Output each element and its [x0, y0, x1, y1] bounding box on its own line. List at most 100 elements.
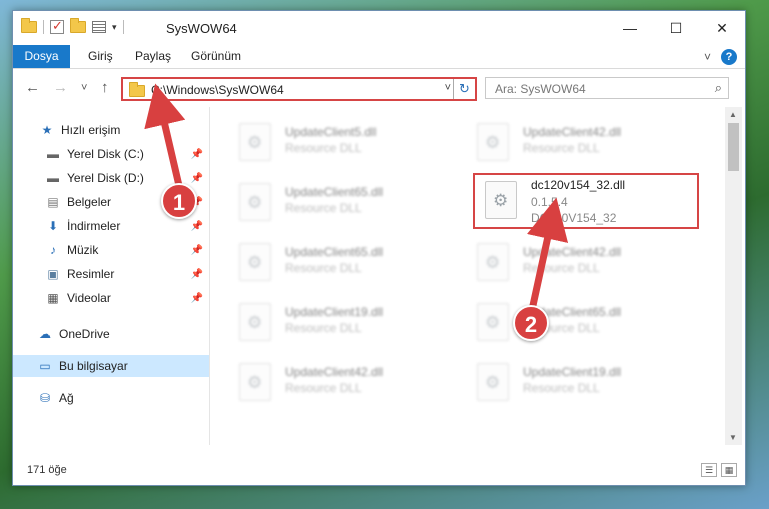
tab-file[interactable]: Dosya — [13, 45, 70, 68]
sidebar-item-label: Ağ — [59, 391, 74, 405]
minimize-button[interactable]: — — [607, 11, 653, 45]
sidebar-item-label: Belgeler — [67, 195, 112, 209]
file-name: UpdateClient42.dll — [523, 245, 622, 259]
view-toggles: ☰ ▦ — [701, 463, 737, 477]
file-description: Resource DLL — [285, 381, 362, 395]
vertical-scrollbar[interactable]: ▲ ▼ — [725, 107, 742, 445]
scroll-thumb[interactable] — [728, 123, 739, 171]
pin-icon: 📌 — [190, 172, 203, 184]
dll-file-icon — [477, 303, 509, 341]
navigation-pane: ★ Hızlı erişim ▬ Yerel Disk (C:) 📌 ▬ Yer… — [13, 107, 209, 445]
help-icon[interactable]: ? — [721, 49, 737, 65]
pin-icon: 📌 — [190, 292, 203, 304]
scroll-up-icon[interactable]: ▲ — [729, 110, 737, 119]
list-item[interactable]: UpdateClient65.dll Resource DLL — [229, 177, 459, 225]
file-name: UpdateClient42.dll — [523, 125, 622, 139]
file-name: UpdateClient42.dll — [285, 365, 384, 379]
explorer-window: ▾ SysWOW64 — ☐ ✕ Dosya Giriş Paylaş Görü… — [12, 10, 746, 486]
new-folder-icon[interactable] — [70, 18, 86, 33]
maximize-button[interactable]: ☐ — [653, 11, 699, 45]
sidebar-item-label: OneDrive — [59, 327, 110, 341]
dll-file-icon — [239, 123, 271, 161]
file-description: DC120V154_32 — [531, 211, 617, 225]
status-bar: 171 öğe ☰ ▦ — [13, 459, 745, 485]
pictures-icon: ▣ — [47, 267, 59, 281]
navigation-bar: ← → ˅ ↑ C:\Windows\SysWOW64 ˅ ↻ Ara: Sys… — [13, 73, 745, 103]
videos-icon: ▦ — [47, 291, 59, 305]
sidebar-item-videos[interactable]: ▦ Videolar 📌 — [13, 287, 209, 309]
ribbon-tabs: Dosya Giriş Paylaş Görünüm ˅ ? — [13, 45, 745, 69]
file-name: UpdateClient19.dll — [285, 305, 384, 319]
tab-view[interactable]: Görünüm — [191, 45, 241, 68]
music-icon: ♪ — [50, 243, 56, 257]
list-item[interactable]: UpdateClient65.dll Resource DLL — [467, 297, 697, 345]
sidebar-item-pictures[interactable]: ▣ Resimler 📌 — [13, 263, 209, 285]
ribbon-right: ˅ ? — [704, 49, 737, 65]
search-input[interactable]: Ara: SysWOW64 ⌕ — [485, 77, 729, 99]
address-dropdown-icon[interactable]: ˅ — [445, 82, 451, 94]
file-description: Resource DLL — [523, 381, 600, 395]
computer-icon: ▭ — [39, 359, 51, 373]
network-icon: ⛁ — [39, 391, 51, 405]
list-item[interactable]: UpdateClient19.dll Resource DLL — [229, 297, 459, 345]
customize-icon[interactable] — [92, 21, 106, 33]
list-item[interactable]: UpdateClient5.dll Resource DLL — [229, 117, 459, 165]
file-version: 0.1.5.4 — [531, 195, 568, 209]
file-name: UpdateClient19.dll — [523, 365, 622, 379]
sidebar-item-quick-access[interactable]: ★ Hızlı erişim — [13, 119, 209, 141]
close-button[interactable]: ✕ — [699, 11, 745, 45]
sidebar-item-label: Bu bilgisayar — [59, 359, 128, 373]
dll-file-icon — [239, 243, 271, 281]
drive-icon: ▬ — [47, 171, 59, 185]
properties-check-icon[interactable] — [50, 18, 64, 34]
file-description: Resource DLL — [285, 321, 362, 335]
title-bar: ▾ SysWOW64 — ☐ ✕ — [13, 11, 745, 45]
sidebar-item-network[interactable]: ⛁ Ağ — [13, 387, 209, 409]
list-item[interactable]: UpdateClient65.dll Resource DLL — [229, 237, 459, 285]
dll-file-icon — [239, 363, 271, 401]
up-button[interactable]: ↑ — [101, 79, 109, 96]
sidebar-item-label: Yerel Disk (C:) — [67, 147, 144, 161]
file-name: dc120v154_32.dll — [531, 178, 626, 192]
item-count: 171 öğe — [27, 464, 67, 476]
list-item[interactable]: UpdateClient42.dll Resource DLL — [229, 357, 459, 405]
folder-icon — [21, 18, 37, 33]
refresh-button[interactable]: ↻ — [453, 79, 475, 99]
pin-icon: 📌 — [190, 268, 203, 280]
recent-locations-button[interactable]: ˅ — [81, 82, 87, 94]
highlighted-dll-file[interactable]: dc120v154_32.dll 0.1.5.4 DC120V154_32 — [473, 173, 699, 229]
details-view-icon[interactable]: ☰ — [701, 463, 717, 477]
quick-access-toolbar: ▾ — [21, 18, 124, 34]
dll-file-icon — [239, 183, 271, 221]
back-button[interactable]: ← — [25, 79, 40, 96]
search-icon: ⌕ — [714, 80, 722, 95]
sidebar-item-disk-c[interactable]: ▬ Yerel Disk (C:) 📌 — [13, 143, 209, 165]
file-description: Resource DLL — [285, 201, 362, 215]
qat-dropdown-icon[interactable]: ▾ — [112, 22, 117, 33]
window-title: SysWOW64 — [166, 21, 237, 36]
sidebar-item-music[interactable]: ♪ Müzik 📌 — [13, 239, 209, 261]
drive-icon: ▬ — [47, 147, 59, 161]
folder-icon — [129, 82, 145, 97]
tiles-view-icon[interactable]: ▦ — [721, 463, 737, 477]
list-item[interactable]: UpdateClient19.dll Resource DLL — [467, 357, 697, 405]
cloud-icon: ☁ — [39, 327, 51, 341]
list-item[interactable]: UpdateClient42.dll Resource DLL — [467, 237, 697, 285]
sidebar-item-this-pc[interactable]: ▭ Bu bilgisayar — [13, 355, 209, 377]
sidebar-item-onedrive[interactable]: ☁ OneDrive — [13, 323, 209, 345]
expand-ribbon-icon[interactable]: ˅ — [704, 50, 711, 64]
dll-file-icon — [485, 181, 517, 219]
file-description: Resource DLL — [285, 261, 362, 275]
pane-divider[interactable] — [209, 107, 210, 445]
scroll-down-icon[interactable]: ▼ — [729, 433, 737, 442]
pin-icon: 📌 — [190, 148, 203, 160]
file-name: UpdateClient65.dll — [285, 185, 384, 199]
file-name: UpdateClient5.dll — [285, 125, 377, 139]
list-item[interactable]: UpdateClient42.dll Resource DLL — [467, 117, 697, 165]
tab-home[interactable]: Giriş — [88, 45, 113, 68]
sidebar-item-label: İndirmeler — [67, 219, 121, 233]
address-bar[interactable]: C:\Windows\SysWOW64 ˅ ↻ — [121, 77, 477, 101]
tab-share[interactable]: Paylaş — [135, 45, 171, 68]
forward-button[interactable]: → — [53, 79, 68, 96]
dll-file-icon — [239, 303, 271, 341]
